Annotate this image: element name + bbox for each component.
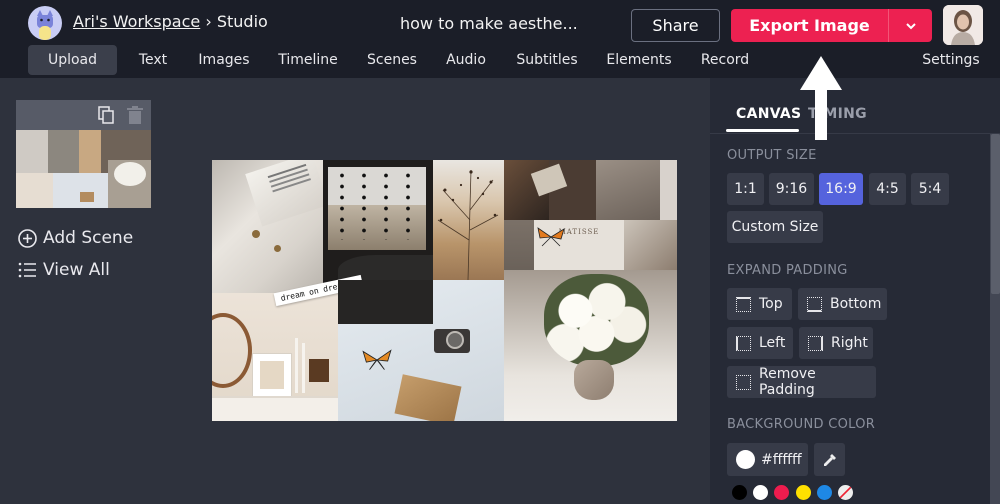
pad-top-icon [736,296,751,312]
eyedropper-icon [823,453,836,466]
size-option-4-5[interactable]: 4:5 [869,173,906,205]
pad-bottom-icon [807,296,822,312]
swatch-yellow[interactable] [796,485,811,500]
image-mantel-mirror[interactable] [212,293,338,421]
background-color-picker[interactable]: #ffffff [727,443,808,476]
remove-padding-label: Remove Padding [758,366,816,398]
output-size-label: OUTPUT SIZE [727,148,817,163]
user-avatar[interactable] [943,5,983,45]
swatch-blue[interactable] [817,485,832,500]
size-option-16-9[interactable]: 16:9 [819,173,863,205]
share-button[interactable]: Share [631,9,720,42]
size-option-1-1[interactable]: 1:1 [727,173,764,205]
pad-bottom-button[interactable]: Bottom [798,288,887,320]
no-color-icon [839,486,852,499]
size-option-5-4[interactable]: 5:4 [911,173,949,205]
swatch-transparent[interactable] [838,485,853,500]
remove-padding-button[interactable]: Remove Padding [727,366,876,398]
pad-right-button[interactable]: Right [799,327,873,359]
background-color-value: #ffffff [761,451,802,468]
eyedropper-button[interactable] [814,443,845,476]
pad-right-icon [808,335,823,351]
scene-thumbnail[interactable] [16,130,151,208]
add-scene-label: Add Scene [43,228,134,248]
nav-text[interactable]: Text [131,45,175,75]
main-nav: Upload Text Images Timeline Scenes Audio… [0,45,1000,75]
nav-audio[interactable]: Audio [442,45,490,75]
top-bar: Ari's Workspace › Studio how to make aes… [0,0,1000,78]
size-option-9-16[interactable]: 9:16 [769,173,814,205]
duplicate-icon[interactable] [98,106,114,124]
nav-settings[interactable]: Settings [922,45,980,75]
active-tab-indicator [726,129,799,132]
panel-tabs: CANVAS TIMING [710,78,1000,134]
export-image-button[interactable]: Export Image [731,9,888,42]
pad-top-label: Top [759,296,783,312]
image-dried-flowers[interactable] [433,160,504,280]
nav-upload[interactable]: Upload [28,45,117,75]
project-title[interactable]: how to make aesthe... [400,14,578,33]
user-avatar-photo [943,5,983,45]
background-color-label: BACKGROUND COLOR [727,417,876,432]
annotation-arrow-icon [800,56,842,140]
chevron-down-icon [905,22,916,29]
properties-panel: CANVAS TIMING OUTPUT SIZE 1:1 9:16 16:9 … [710,78,1000,504]
panel-scrollbar-thumb[interactable] [991,134,1000,294]
swatch-white[interactable] [753,485,768,500]
view-all-button[interactable]: View All [18,260,110,280]
nav-subtitles[interactable]: Subtitles [514,45,580,75]
expand-padding-label: EXPAND PADDING [727,263,848,278]
image-hydrangea-vase[interactable] [504,270,677,421]
custom-size-button[interactable]: Custom Size [727,211,823,243]
design-canvas[interactable]: MATISSE dream on dreamer [212,160,677,421]
tab-canvas[interactable]: CANVAS [736,106,801,122]
list-icon [18,262,36,278]
plus-circle-icon [18,228,37,248]
breadcrumb-current: Studio [216,12,268,31]
breadcrumb: Ari's Workspace › Studio [73,12,268,31]
scenes-panel: Add Scene View All [0,78,165,504]
pad-top-button[interactable]: Top [727,288,792,320]
swatch-black[interactable] [732,485,747,500]
scene-toolbar [16,100,151,130]
pad-right-label: Right [831,335,868,351]
butterfly-sticker[interactable] [536,226,566,248]
scene-card[interactable] [16,100,151,208]
add-scene-button[interactable]: Add Scene [18,228,133,248]
export-options-button[interactable] [888,9,932,42]
remove-padding-icon [736,374,751,390]
butterfly-sticker-2[interactable] [361,348,393,372]
image-bed-camera[interactable] [338,280,504,421]
trash-icon[interactable] [127,106,143,124]
breadcrumb-separator: › [205,12,212,31]
pad-left-icon [736,335,751,351]
pad-bottom-label: Bottom [830,296,882,312]
swatch-red[interactable] [774,485,789,500]
nav-timeline[interactable]: Timeline [275,45,341,75]
nav-scenes[interactable]: Scenes [364,45,420,75]
pad-left-label: Left [759,335,786,351]
nav-elements[interactable]: Elements [605,45,673,75]
current-color-swatch [736,450,755,469]
image-car-window[interactable] [323,160,433,293]
nav-record[interactable]: Record [699,45,751,75]
nav-images[interactable]: Images [194,45,254,75]
view-all-label: View All [43,260,110,280]
image-fabric-book[interactable] [212,160,323,293]
cat-avatar-icon[interactable] [28,6,62,40]
workspace-link[interactable]: Ari's Workspace [73,12,200,31]
pad-left-button[interactable]: Left [727,327,793,359]
image-room-collage[interactable] [504,160,677,220]
